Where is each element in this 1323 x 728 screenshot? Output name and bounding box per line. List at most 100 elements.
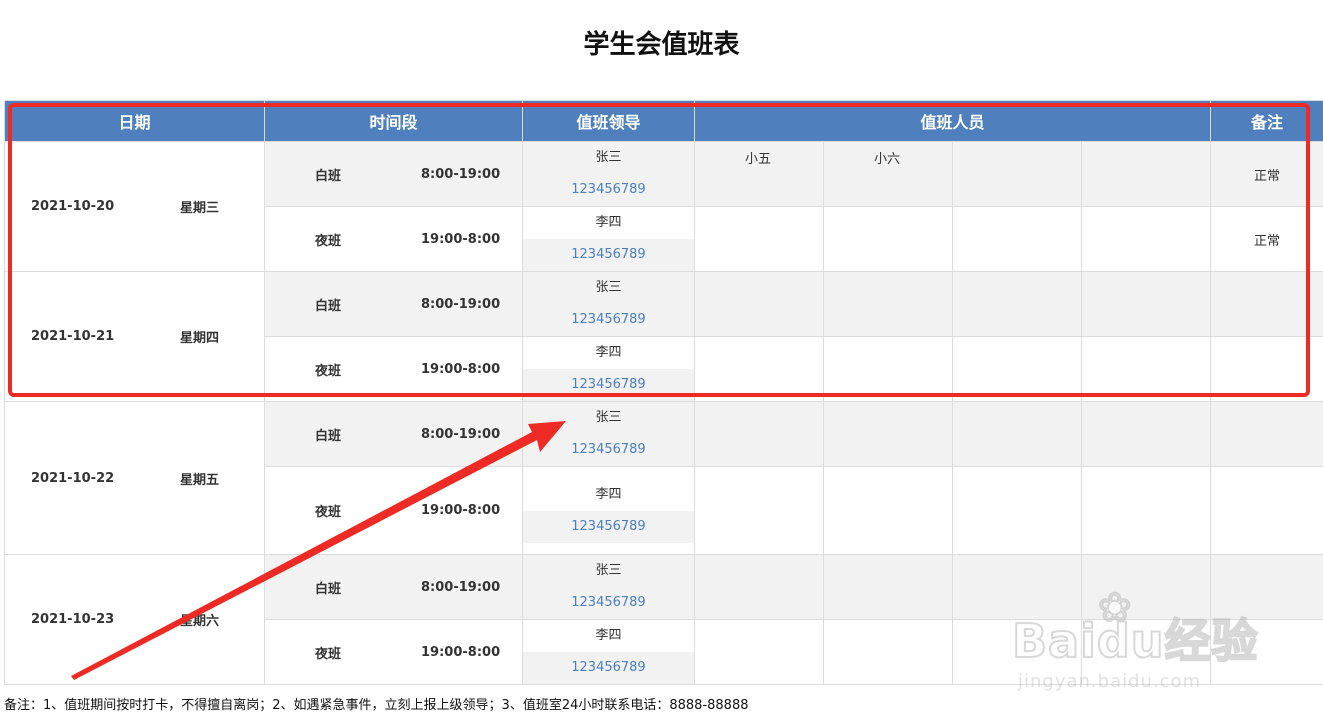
leader-phone[interactable]: 123456789 — [523, 174, 694, 206]
staff-cell — [823, 336, 953, 402]
weekday-text: 星期六 — [180, 614, 220, 629]
header-row: 日期 时间段 值班领导 值班人员 备注 — [4, 100, 1323, 142]
leader-name: 张三 — [595, 563, 622, 578]
leader-phone[interactable]: 123456789 — [523, 239, 694, 271]
page-title: 学生会值班表 — [583, 30, 740, 60]
leader-name: 李四 — [523, 337, 694, 369]
leader-cell: 张三 123456789 — [522, 141, 695, 207]
shift-time: 19:00-8:00 — [421, 644, 501, 660]
staff-cell — [952, 619, 1082, 685]
date-text: 2021-10-23 — [31, 612, 115, 627]
note-cell — [1210, 271, 1323, 337]
note-cell — [1210, 401, 1323, 467]
shift-name: 白班 — [315, 168, 342, 184]
staff-cell — [823, 271, 953, 337]
leader-phone[interactable]: 123456789 — [523, 510, 694, 543]
shift-time: 8:00-19:00 — [421, 296, 501, 312]
shift-name: 夜班 — [315, 233, 342, 249]
staff-cell — [823, 466, 953, 555]
table-row: 2021-10-23 星期六 白班 8:00-19:00 张三 12345678… — [4, 554, 1323, 685]
header-staff: 值班人员 — [693, 100, 1212, 142]
staff-cell — [1080, 401, 1212, 467]
shift-time: 8:00-19:00 — [421, 166, 501, 182]
leader-name: 李四 — [523, 478, 694, 511]
leader-phone[interactable]: 123456789 — [523, 304, 694, 336]
date-cell: 2021-10-23 星期六 — [4, 554, 265, 685]
staff-cell — [952, 336, 1082, 402]
shift-name: 白班 — [315, 581, 342, 597]
leader-cell: 李四 123456789 — [522, 336, 695, 402]
staff-cell — [952, 401, 1082, 467]
date-cell: 2021-10-21 星期四 — [4, 271, 265, 402]
staff-cell — [694, 271, 824, 337]
shift-cell: 夜班 19:00-8:00 — [264, 336, 523, 402]
note-cell — [1210, 554, 1323, 620]
shift-name: 夜班 — [315, 363, 342, 379]
leader-phone[interactable]: 123456789 — [523, 434, 694, 466]
staff-cell — [1080, 619, 1212, 685]
staff-cell — [694, 206, 824, 272]
date-text: 2021-10-21 — [31, 329, 115, 344]
header-leader: 值班领导 — [522, 100, 695, 142]
shift-cell: 白班 8:00-19:00 — [264, 554, 523, 620]
leader-name: 李四 — [523, 620, 694, 652]
shift-cell: 夜班 19:00-8:00 — [264, 619, 523, 685]
staff-cell — [694, 466, 824, 555]
date-cell: 2021-10-20 星期三 — [4, 141, 265, 272]
shift-cell: 夜班 19:00-8:00 — [264, 206, 523, 272]
note-cell: 正常 — [1210, 206, 1323, 272]
date-text: 2021-10-20 — [31, 199, 115, 214]
staff-cell: 小六 — [823, 141, 953, 207]
duty-schedule-table: 日期 时间段 值班领导 值班人员 备注 2021-10-20 星期三 白班 8:… — [4, 100, 1323, 685]
leader-cell: 张三 123456789 — [522, 401, 695, 467]
shift-name: 白班 — [315, 298, 342, 314]
staff-cell — [952, 141, 1082, 207]
staff-cell: 小五 — [694, 141, 824, 207]
staff-cell — [1080, 336, 1212, 402]
shift-time: 19:00-8:00 — [421, 503, 501, 518]
staff-cell — [1080, 141, 1212, 207]
staff-cell — [694, 336, 824, 402]
table-row: 2021-10-21 星期四 白班 8:00-19:00 张三 12345678… — [4, 271, 1323, 402]
date-cell: 2021-10-22 星期五 — [4, 401, 265, 555]
leader-name: 张三 — [595, 410, 622, 425]
shift-time: 19:00-8:00 — [421, 231, 501, 247]
leader-phone[interactable]: 123456789 — [523, 652, 694, 684]
header-note: 备注 — [1210, 100, 1323, 142]
shift-time: 19:00-8:00 — [421, 361, 501, 377]
note-cell — [1210, 466, 1323, 555]
schedule-body: 2021-10-20 星期三 白班 8:00-19:00 张三 12345678… — [4, 141, 1323, 685]
shift-cell: 夜班 19:00-8:00 — [264, 466, 523, 555]
staff-cell — [952, 554, 1082, 620]
shift-name: 白班 — [315, 428, 342, 444]
staff-cell — [952, 271, 1082, 337]
staff-cell — [1080, 466, 1212, 555]
note-cell: 正常 — [1210, 141, 1323, 207]
staff-cell — [694, 401, 824, 467]
leader-cell: 李四 123456789 — [522, 619, 695, 685]
leader-name: 张三 — [595, 150, 622, 165]
shift-time: 8:00-19:00 — [421, 426, 501, 442]
staff-cell — [823, 401, 953, 467]
leader-cell: 李四 123456789 — [522, 466, 695, 555]
weekday-text: 星期五 — [180, 472, 220, 488]
leader-cell: 张三 123456789 — [522, 554, 695, 620]
leader-phone[interactable]: 123456789 — [523, 587, 694, 619]
staff-cell — [694, 554, 824, 620]
staff-cell — [1080, 271, 1212, 337]
table-row: 2021-10-20 星期三 白班 8:00-19:00 张三 12345678… — [4, 141, 1323, 272]
header-time: 时间段 — [264, 100, 523, 142]
header-date: 日期 — [4, 100, 265, 142]
staff-cell — [823, 619, 953, 685]
leader-phone[interactable]: 123456789 — [523, 369, 694, 401]
note-cell — [1210, 619, 1323, 685]
footnote: 备注：1、值班期间按时打卡，不得擅自离岗；2、如遇紧急事件，立刻上报上级领导；3… — [4, 698, 749, 713]
leader-name: 李四 — [523, 207, 694, 239]
staff-cell — [823, 554, 953, 620]
weekday-text: 星期四 — [180, 331, 220, 346]
shift-time: 8:00-19:00 — [421, 579, 501, 595]
staff-cell — [952, 466, 1082, 555]
weekday-text: 星期三 — [180, 201, 220, 216]
note-cell — [1210, 336, 1323, 402]
shift-cell: 白班 8:00-19:00 — [264, 401, 523, 467]
